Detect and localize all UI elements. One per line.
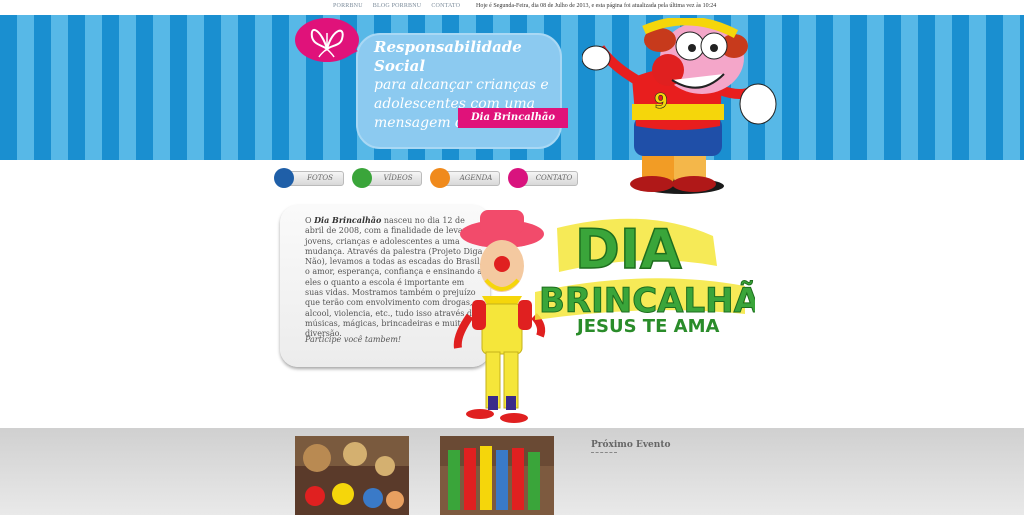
camera-icon <box>274 168 294 188</box>
nav-fotos[interactable]: FOTOS <box>274 168 346 188</box>
next-event-title: Próximo Evento <box>591 440 671 450</box>
shirt-number: 9 <box>654 89 668 113</box>
butterfly-icon <box>310 28 344 58</box>
banner-headline: Responsabilidade Social <box>374 38 522 75</box>
about-prefix: O <box>305 216 315 225</box>
clown-mascot-image: 9 <box>582 18 777 194</box>
top-nav: PORRBNU BLOG PORRBNU CONTATO <box>333 3 460 9</box>
about-cta: Participe você tambem! <box>305 335 402 344</box>
svg-text:DIA: DIA <box>575 218 682 281</box>
top-nav-home[interactable]: PORRBNU <box>333 3 363 9</box>
pink-bubble-tail <box>348 46 358 56</box>
top-bar: PORRBNU BLOG PORRBNU CONTATO Hoje é Segu… <box>0 0 1024 15</box>
top-nav-contact[interactable]: CONTATO <box>431 3 460 9</box>
nav-contato[interactable]: CONTATO <box>508 168 582 188</box>
about-brand: Dia Brincalhão <box>314 215 382 225</box>
top-nav-blog[interactable]: BLOG PORRBNU <box>373 3 422 9</box>
nav-videos[interactable]: VÍDEOS <box>352 168 424 188</box>
mail-icon <box>508 168 528 188</box>
nav-agenda[interactable]: AGENDA <box>430 168 502 188</box>
event-photo-1[interactable] <box>295 436 409 515</box>
update-note: Hoje é Segunda-Feira, dia 08 de Julho de… <box>476 3 717 9</box>
dia-brincalhao-logo: DIA BRINCALHÃO JESUS TE AMA <box>535 217 755 337</box>
calendar-icon <box>430 168 450 188</box>
svg-text:BRINCALHÃO: BRINCALHÃO <box>539 280 755 321</box>
svg-text:JESUS TE AMA: JESUS TE AMA <box>575 316 719 337</box>
ribbon-label: Dia Brincalhão <box>458 108 568 128</box>
video-icon <box>352 168 372 188</box>
event-divider <box>591 452 617 453</box>
event-photo-2[interactable] <box>440 436 554 515</box>
